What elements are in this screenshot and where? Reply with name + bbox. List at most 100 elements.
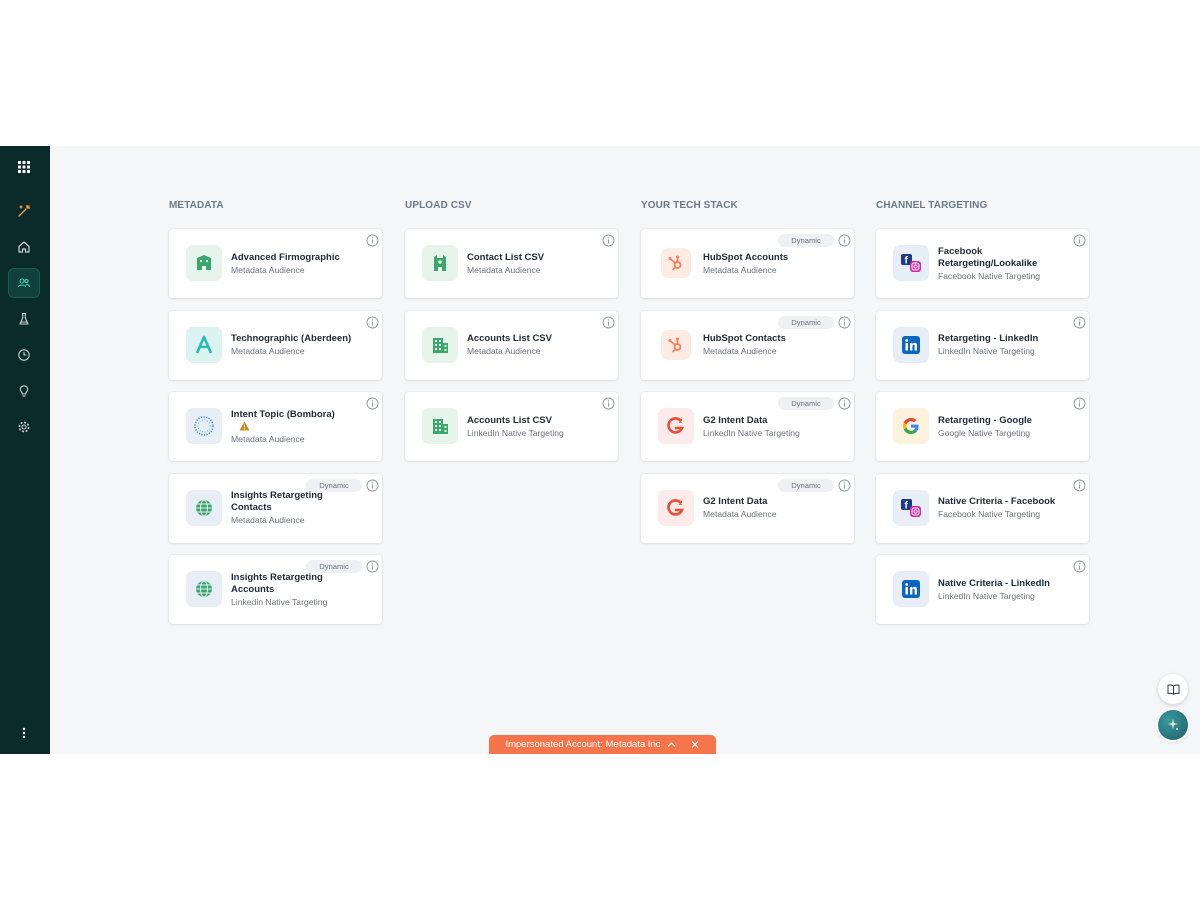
info-icon[interactable]: [602, 397, 615, 410]
info-icon[interactable]: [1073, 397, 1086, 410]
facebook-instagram-icon: f: [893, 489, 929, 526]
card-subtitle: Google Native Targeting: [938, 427, 1031, 438]
card-title: Intent Topic (Bombora): [231, 408, 335, 420]
card-subtitle: Linkedin Native Targeting: [231, 596, 328, 607]
contact-building-icon: [422, 245, 458, 281]
card-title: Accounts List CSV: [467, 414, 552, 426]
card-title: G2 Intent Data: [703, 414, 768, 426]
card-subtitle: Facebook Native Targeting: [938, 270, 1041, 281]
audience-card[interactable]: Dynamic Insights Retargeting Contacts Met…: [169, 473, 382, 543]
audience-card[interactable]: Accounts List CSV Metadata Audience: [405, 310, 618, 380]
audience-card[interactable]: Intent Topic (Bombora) Metadata Audience: [169, 392, 382, 461]
card-title: Advanced Firmographic: [231, 251, 340, 263]
column-title: METADATA: [169, 200, 224, 211]
column-title: CHANNEL TARGETING: [876, 200, 988, 211]
bombora-logo-icon: [186, 408, 222, 444]
linkedin-logo-icon: [893, 326, 929, 363]
chevron-up-icon[interactable]: [667, 741, 676, 748]
audience-card[interactable]: Technographic (Aberdeen) Metadata Audienc…: [169, 310, 382, 380]
clock-icon[interactable]: [8, 340, 40, 370]
card-title: Native Criteria - LinkedIn: [938, 577, 1050, 589]
column-channel-targeting: CHANNEL TARGETING f Facebook Retargeting…: [876, 199, 1089, 637]
info-icon[interactable]: [1073, 560, 1086, 573]
settings-icon[interactable]: [8, 412, 40, 442]
audience-icon[interactable]: [8, 268, 40, 298]
card-subtitle: Metadata Audience: [703, 264, 777, 275]
card-subtitle: Metadata Audience: [467, 346, 541, 356]
info-icon[interactable]: [838, 479, 851, 492]
card-title: Insights Retargeting Contacts: [231, 490, 323, 513]
audience-card[interactable]: Dynamic HubSpot Accounts Metadata Audienc…: [641, 229, 854, 298]
audience-card[interactable]: Dynamic 2 G2 Intent Data LinkedIn Native …: [641, 392, 854, 461]
aberdeen-logo-icon: [186, 326, 222, 363]
column-title: UPLOAD CSV: [405, 200, 472, 211]
info-icon[interactable]: [1073, 234, 1086, 247]
info-icon[interactable]: [602, 316, 615, 329]
flask-icon[interactable]: [8, 304, 40, 334]
impersonation-banner: Impersonated Account: Metadata Inc: [489, 735, 716, 754]
card-subtitle: Metadata Audience: [231, 346, 305, 356]
building-icon: [186, 245, 222, 281]
info-icon[interactable]: [838, 316, 851, 329]
card-subtitle: Metadata Audience: [231, 433, 305, 444]
home-icon[interactable]: [8, 232, 40, 262]
banner-label: Impersonated Account:: [505, 739, 603, 750]
svg-text:2: 2: [679, 501, 683, 507]
audience-card[interactable]: Advanced Firmographic Metadata Audience: [169, 229, 382, 298]
lightbulb-icon[interactable]: [8, 376, 40, 406]
card-subtitle: Metadata Audience: [467, 264, 541, 275]
card-title: G2 Intent Data: [703, 496, 768, 507]
ai-assistant-icon[interactable]: [1158, 710, 1188, 740]
card-title: Retargeting - LinkedIn: [938, 333, 1039, 344]
info-icon[interactable]: [1073, 479, 1086, 492]
svg-text:2: 2: [679, 419, 683, 425]
info-icon[interactable]: [366, 397, 379, 410]
google-logo-icon: [893, 408, 929, 444]
audience-card[interactable]: Dynamic 2 G2 Intent Data Metadata Audienc…: [641, 473, 854, 543]
audience-card[interactable]: Accounts List CSV LinkedIn Native Targeti…: [405, 392, 618, 461]
book-icon[interactable]: [1158, 674, 1188, 704]
app-window: METADATA Advanced Firmographic Metadata A…: [0, 146, 1200, 754]
apps-grid-icon[interactable]: [8, 152, 40, 182]
card-subtitle: LinkedIn Native Targeting: [703, 427, 800, 438]
card-title: Native Criteria - Facebook: [938, 496, 1056, 507]
sidebar: [0, 146, 50, 754]
audience-card[interactable]: Retargeting - Google Google Native Target…: [876, 392, 1089, 461]
office-building-icon: [422, 326, 458, 363]
close-icon[interactable]: [690, 740, 700, 749]
info-icon[interactable]: [366, 560, 379, 573]
info-icon[interactable]: [838, 234, 851, 247]
info-icon[interactable]: [838, 397, 851, 410]
banner-account: Metadata Inc: [605, 739, 661, 750]
audience-card[interactable]: Retargeting - LinkedIn LinkedIn Native Ta…: [876, 310, 1089, 380]
card-subtitle: LinkedIn Native Targeting: [938, 346, 1035, 356]
magic-wand-icon[interactable]: [8, 196, 40, 226]
audience-card[interactable]: f Native Criteria - Facebook Facebook Nat…: [876, 473, 1089, 543]
card-subtitle: Metadata Audience: [703, 346, 777, 356]
info-icon[interactable]: [366, 234, 379, 247]
card-title: Accounts List CSV: [467, 333, 552, 344]
info-icon[interactable]: [366, 479, 379, 492]
card-subtitle: LinkedIn Native Targeting: [938, 590, 1035, 601]
audience-card[interactable]: Dynamic HubSpot Contacts Metadata Audienc…: [641, 310, 854, 380]
audience-card[interactable]: Dynamic Insights Retargeting Accounts Lin…: [169, 555, 382, 624]
audience-card[interactable]: f Facebook Retargeting/Lookalike Facebook…: [876, 229, 1089, 298]
info-icon[interactable]: [366, 316, 379, 329]
info-icon[interactable]: [1073, 316, 1086, 329]
card-title: HubSpot Contacts: [703, 333, 786, 344]
more-vertical-icon[interactable]: [8, 718, 40, 748]
card-subtitle: Facebook Native Targeting: [938, 509, 1041, 519]
facebook-instagram-icon: f: [893, 245, 929, 281]
audience-card[interactable]: Contact List CSV Metadata Audience: [405, 229, 618, 298]
audience-card[interactable]: Native Criteria - LinkedIn LinkedIn Nativ…: [876, 555, 1089, 624]
card-title: Facebook Retargeting/Lookalike: [938, 245, 1038, 269]
hubspot-logo-icon: [661, 329, 691, 360]
column-title: YOUR TECH STACK: [641, 200, 738, 211]
info-icon[interactable]: [602, 234, 615, 247]
card-subtitle: LinkedIn Native Targeting: [467, 427, 564, 438]
hubspot-logo-icon: [661, 248, 691, 278]
g2-logo-icon: 2: [658, 408, 694, 444]
column-metadata: METADATA Advanced Firmographic Metadata A…: [169, 199, 382, 637]
card-title: Contact List CSV: [467, 251, 545, 263]
globe-icon: [186, 489, 222, 526]
